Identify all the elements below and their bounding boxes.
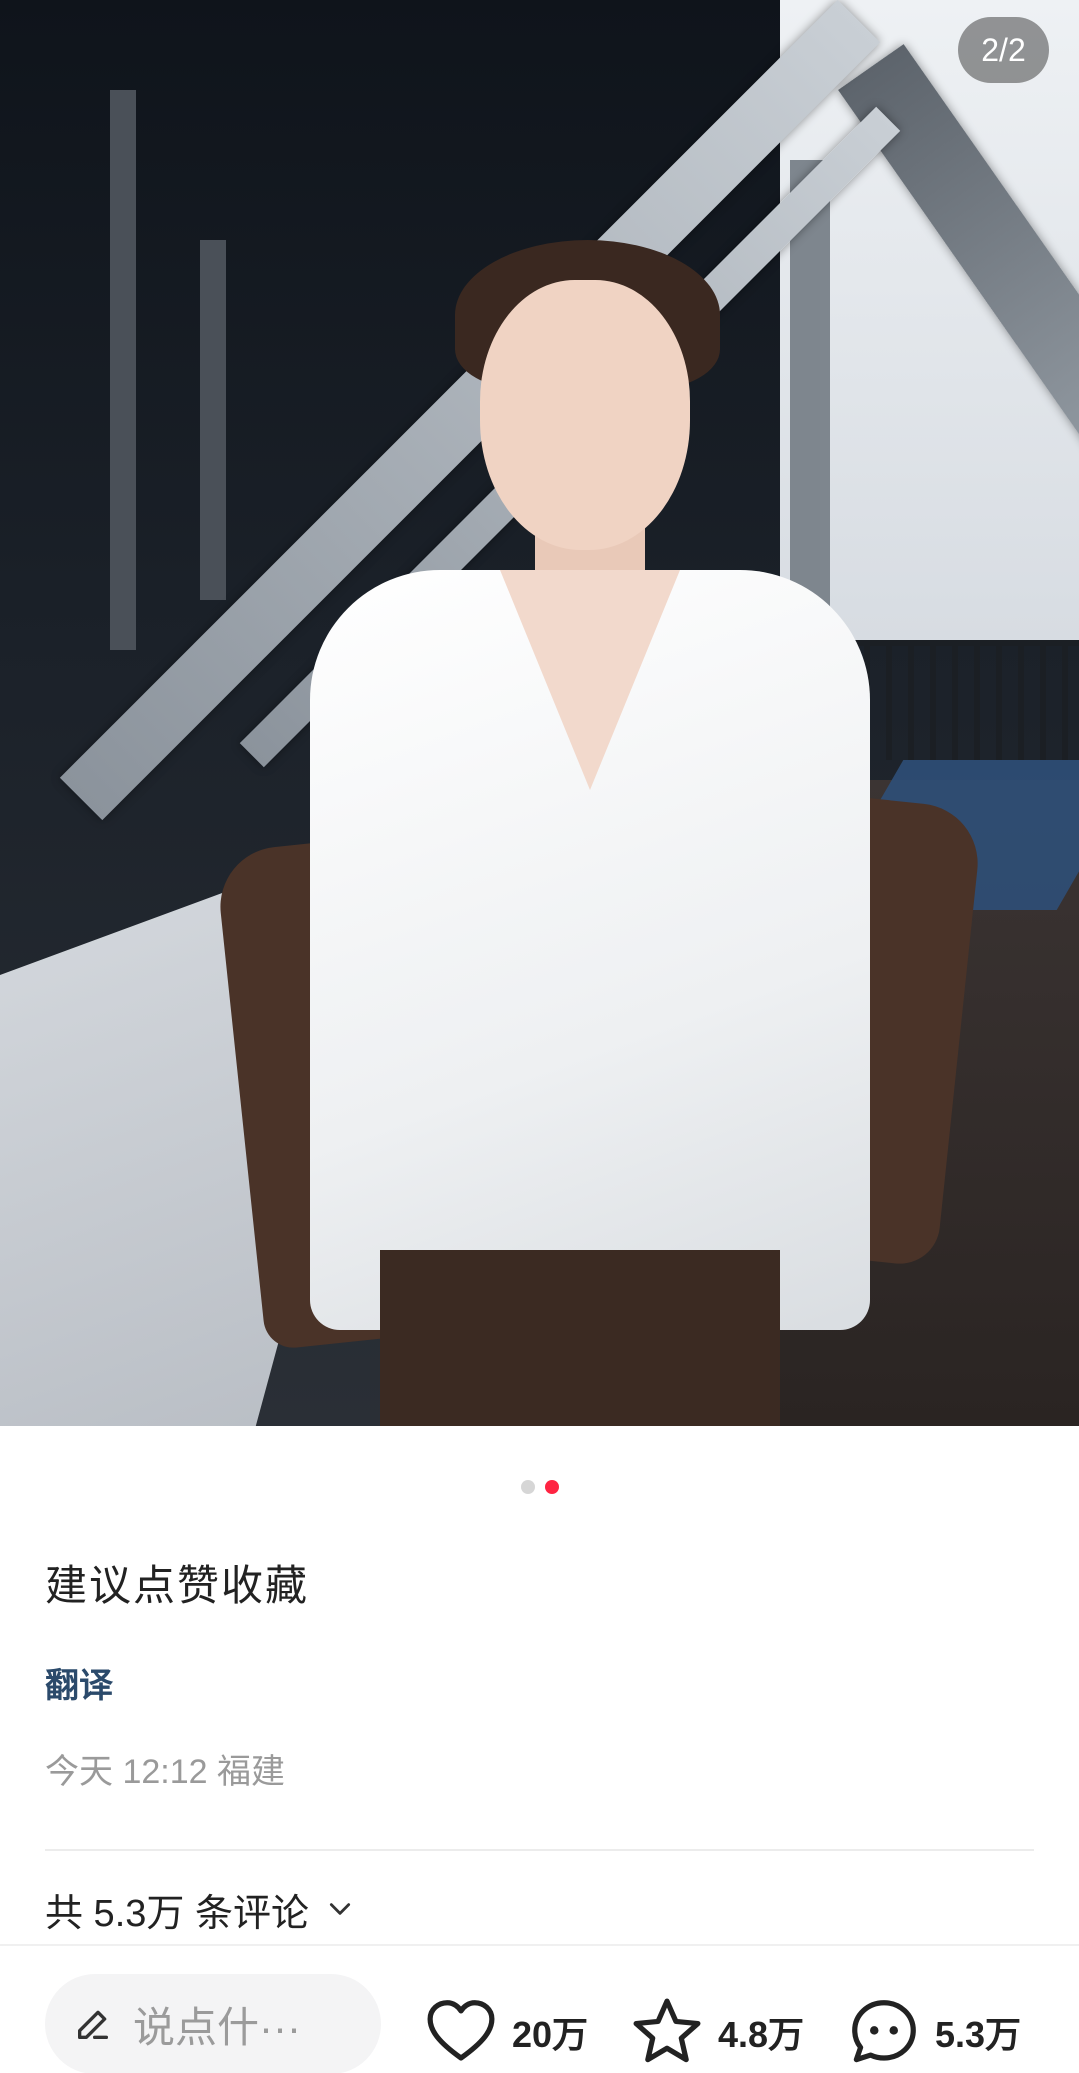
divider	[45, 1849, 1034, 1851]
comment-input[interactable]: 说点什···	[45, 1974, 381, 2073]
comment-button[interactable]: 5.3万	[845, 1992, 1021, 2072]
chevron-down-icon	[329, 1903, 351, 1915]
favorite-count: 4.8万	[718, 2014, 805, 2055]
translate-link[interactable]: 翻译	[45, 1658, 113, 1707]
comments-summary[interactable]: 共 5.3万 条评论	[45, 1884, 353, 1935]
image-page-indicator: 2/2	[958, 17, 1049, 83]
carousel-dot[interactable]	[520, 1480, 535, 1494]
favorite-button[interactable]: 4.8万	[628, 1992, 804, 2072]
like-count: 20万	[512, 2014, 589, 2055]
carousel-dots	[0, 1480, 1079, 1496]
pencil-icon	[78, 2010, 109, 2039]
photo-person	[214, 240, 984, 1426]
bottom-action-bar: 说点什··· 20万 4.8万 5.3万	[0, 1944, 1079, 2073]
post-meta: 今天 12:12 福建	[45, 1753, 285, 1791]
like-button[interactable]: 20万	[422, 1992, 588, 2072]
comment-bubble-icon	[852, 2000, 916, 2063]
note-title: 建议点赞收藏	[45, 1562, 310, 1609]
heart-icon	[427, 2000, 495, 2061]
comments-count-label: 共 5.3万 条评论	[45, 1892, 309, 1935]
comment-input-placeholder: 说点什···	[133, 2003, 301, 2051]
post-photo[interactable]: 2/2	[0, 0, 1079, 1426]
star-icon	[633, 1998, 701, 2063]
comment-count: 5.3万	[935, 2014, 1022, 2055]
note-detail-page: 2/2 建议点赞收藏 翻译 今天 12:12 福建 共 5.3万 条评论 说点什…	[0, 0, 1079, 2073]
carousel-dot-active[interactable]	[544, 1480, 559, 1494]
